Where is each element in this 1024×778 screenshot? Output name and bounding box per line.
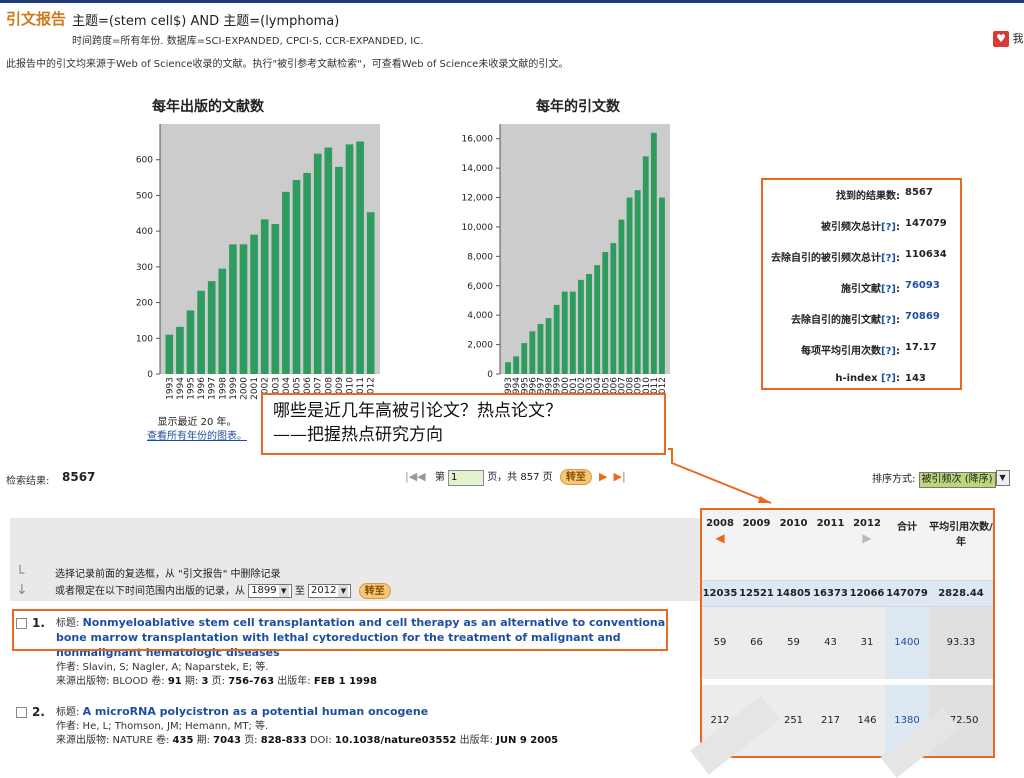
instructions-line-1: 选择记录前面的复选框，从 "引文报告" 中删除记录 [55,569,281,580]
total-cell: 2828.44 [929,579,993,607]
last-page-icon[interactable]: ▶| [613,470,625,483]
title-label: 标题: [56,707,80,718]
doi: 10.1038/nature03552 [334,735,457,746]
chevron-down-icon[interactable]: ▼ [995,470,1010,486]
pages-label: 页: [211,676,226,687]
callout-line-1: 哪些是近几年高被引论文？热点论文？ [273,401,562,421]
total-cell: 12035 [702,579,738,607]
chevron-down-icon: ▼ [338,585,349,597]
from-year-value: 1899 [251,585,277,596]
next-years-icon: ▶ [862,531,872,545]
year-label: 2008 [706,518,734,529]
sort-select[interactable]: 被引频次 (降序) [918,472,996,488]
record-highlight-box [12,609,668,651]
year-header: 2011 [812,510,849,580]
first-page-icon[interactable]: |◀◀ [405,470,426,483]
citation-cell: 251 [775,682,812,756]
annotation-callout: 哪些是近几年高被引论文？热点论文？ ——把握热点研究方向 [261,393,666,455]
prev-years-icon[interactable]: ◀ [702,531,738,545]
total-header: 合计 [885,510,929,580]
range-prefix: 或者限定在以下时间范围内出版的记录，从 [55,586,245,597]
total-cell: 14805 [775,579,812,607]
total-cell: 16373 [812,579,849,607]
citation-cell: 59 [702,606,738,685]
source-prefix: 来源出版物: BLOOD 卷: [56,676,165,687]
record-source: 来源出版物: NATURE 卷: 435 期: 7043 页: 828-833 … [56,734,676,748]
issue-label: 期: [184,676,199,687]
page-prefix: 第 [434,472,445,483]
record-authors: 作者: Slavin, S; Nagler, A; Naparstek, E; … [56,662,269,673]
citation-cell: 217 [812,682,849,756]
results-count: 8567 [62,470,96,484]
year-label: 2012 [853,518,881,529]
year-header-row: 2008 ◀ 2009 2010 2011 2012 ▶ 合计 平均引用次数/年 [702,510,993,580]
date-label: 出版年: [277,676,311,687]
record-authors: 作者: He, L; Thomson, JM; Hemann, MT; 等. [56,721,269,732]
issue: 3 [201,676,209,687]
pages: 756-763 [228,676,275,687]
total-cell: 12521 [738,579,775,607]
pub-date: FEB 1 1998 [313,676,377,687]
year-header: 2012 ▶ [849,510,885,580]
year-header: 2009 [738,510,775,580]
citation-cell: 146 [849,682,885,756]
average-header: 平均引用次数/年 [929,510,993,580]
totals-row: 12035 12521 14805 16373 12066 147079 282… [702,579,993,607]
year-header: 2010 [775,510,812,580]
total-cell: 12066 [849,579,885,607]
volume: 435 [172,735,194,746]
results-label: 检索结果: [6,476,50,487]
callout-line-2: ——把握热点研究方向 [273,425,443,445]
record-title-link[interactable]: A microRNA polycistron as a potential hu… [83,705,429,718]
citation-cell: 43 [812,606,849,685]
down-arrow-icon: └ ↓ [16,566,28,598]
record-source: 来源出版物: BLOOD 卷: 91 期: 3 页: 756-763 出版年: … [56,675,676,689]
instructions-line-2: 或者限定在以下时间范围内出版的记录，从 1899 ▼ 至 2012 ▼ 转至 [55,583,395,600]
go-page-button[interactable]: 转至 [559,469,592,485]
range-go-button[interactable]: 转至 [358,583,391,599]
page-number-input[interactable] [448,469,484,486]
citation-cell: 31 [849,606,885,685]
record-number: 2. [32,705,45,719]
pages: 828-833 [260,735,307,746]
page-suffix: 页，共 857 页 [487,472,553,483]
record-title-line: 标题: A microRNA polycistron as a potentia… [56,705,676,720]
pub-date: JUN 9 2005 [496,735,559,746]
record-body: 标题: A microRNA polycistron as a potentia… [56,705,676,748]
doi-label: DOI: [309,735,332,746]
issue: 7043 [213,735,241,746]
next-page-icon[interactable]: ▶ [599,470,607,483]
results-bar: 检索结果: 8567 |◀◀ 第 页，共 857 页 转至 ▶ ▶| 排序方式: … [0,466,1024,490]
record-checkbox[interactable] [16,707,27,718]
chevron-down-icon: ▼ [278,585,289,597]
volume: 91 [167,676,182,687]
total-cell: 147079 [885,579,929,607]
issue-label: 期: [196,735,210,746]
sort-label: 排序方式: [872,474,916,485]
record-1-citations-row: 59 66 59 43 31 1400 93.33 [702,606,993,685]
sort-control: 排序方式: 被引频次 (降序) ▼ [872,470,1010,488]
pager: |◀◀ 第 页，共 857 页 转至 ▶ ▶| [405,468,632,486]
range-to-label: 至 [294,586,305,597]
citation-average: 93.33 [929,606,993,685]
to-year-select[interactable]: 2012 ▼ [308,584,352,598]
to-year-value: 2012 [311,585,337,596]
citation-total-link[interactable]: 1400 [885,606,929,685]
citation-cell: 59 [775,606,812,685]
pages-label: 页: [244,735,258,746]
from-year-select[interactable]: 1899 ▼ [248,584,292,598]
record-instructions: 选择记录前面的复选框，从 "引文报告" 中删除记录 或者限定在以下时间范围内出版… [55,566,395,600]
year-header: 2008 ◀ [702,510,738,580]
date-label: 出版年: [459,735,493,746]
source-prefix: 来源出版物: NATURE 卷: [56,735,170,746]
citation-cell: 66 [738,606,775,685]
